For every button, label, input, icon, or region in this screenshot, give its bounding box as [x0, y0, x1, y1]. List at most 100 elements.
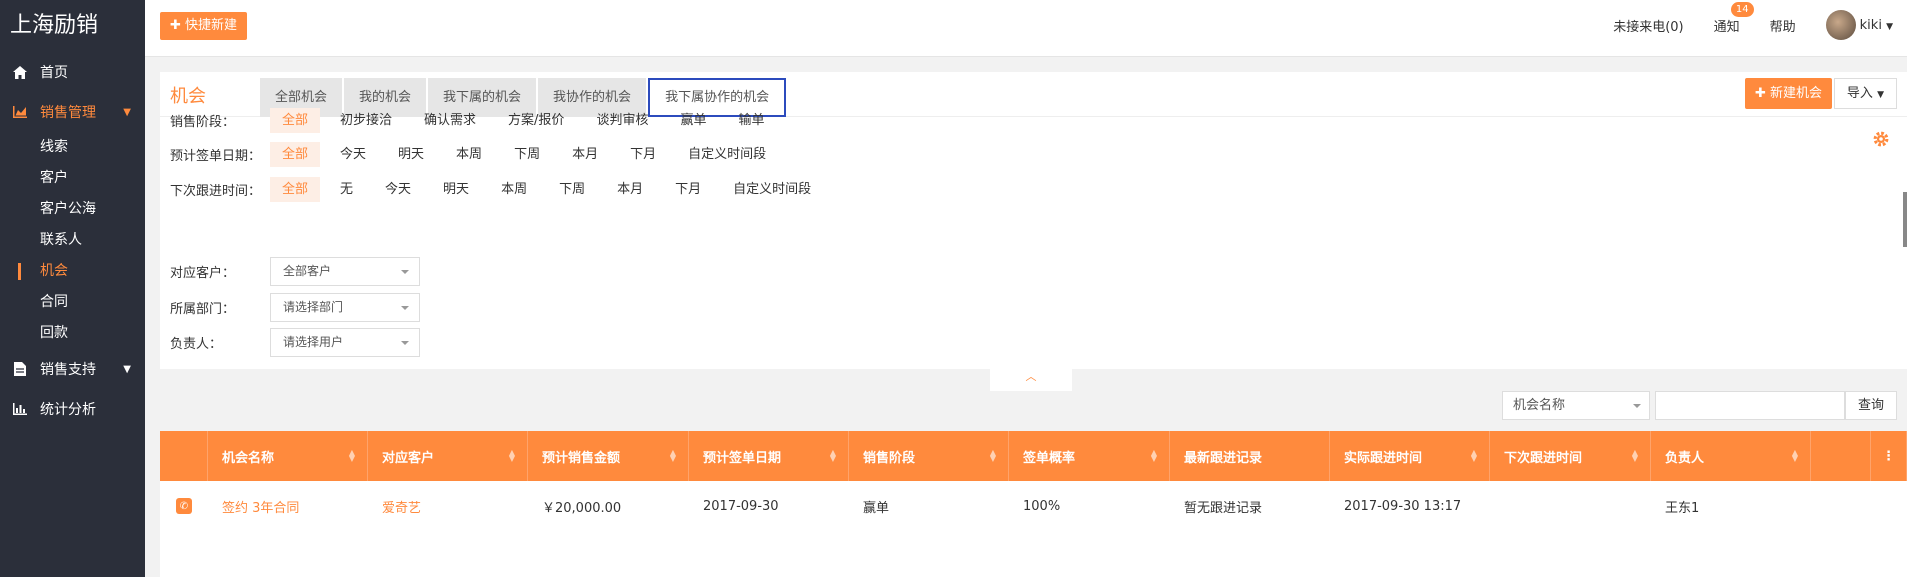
filter-option[interactable]: 下月 [663, 177, 713, 202]
filter-option[interactable]: 今天 [373, 177, 423, 202]
sidebar-subitem-payments[interactable]: 回款 [0, 318, 145, 349]
filter-option[interactable]: 本周 [489, 177, 539, 202]
sort-icon: ▲ ▼ [669, 448, 676, 463]
filter-option[interactable]: 全部 [270, 142, 321, 167]
sidebar-subitem-contracts[interactable]: 合同 [0, 287, 145, 318]
filter-option[interactable]: 全部 [270, 108, 321, 133]
top-header: ✚ 快捷新建 未接来电(0) 通知 14 帮助 kiki ▼ [145, 0, 1907, 57]
sidebar-item-home[interactable]: 首页 [0, 52, 145, 92]
new-opportunity-button[interactable]: ✚ 新建机会 [1744, 78, 1832, 109]
filter-option[interactable]: 今天 [328, 142, 378, 167]
column-header[interactable]: 实际跟进时间 ▲ ▼ [1330, 431, 1490, 481]
column-header-label: 签单概率 [1023, 450, 1076, 466]
cell-opportunity-name: 签约 3年合同 [208, 481, 368, 531]
page-scrollbar[interactable] [1903, 192, 1907, 247]
filter-option[interactable]: 下周 [547, 177, 597, 202]
table-header: 机会名称 ▲ ▼ 对应客户 ▲ ▼ 预计销售金额 ▲ ▼ 预计签单日期 ▲ ▼ 销售阶段 ▲ ▼ 签… [160, 431, 1907, 481]
sort-icon: ▲ ▼ [1470, 448, 1477, 463]
column-options-icon[interactable]: ⋮ [1871, 431, 1907, 481]
avatar[interactable] [1825, 10, 1856, 40]
chevron-up-icon: ︿ [1025, 370, 1037, 383]
filter-option[interactable]: 本周 [444, 142, 494, 167]
home-icon [12, 64, 28, 80]
search-field-select[interactable]: 机会名称 [1502, 391, 1650, 420]
new-opportunity-label: 新建机会 [1769, 86, 1822, 101]
sidebar-item-sales-management[interactable]: 销售管理 ▼ [0, 92, 145, 132]
filter-option[interactable]: 赢单 [668, 108, 718, 133]
page-title: 机会 [170, 86, 206, 107]
sidebar-subitem-opportunities[interactable]: 机会 [0, 256, 145, 287]
search-button[interactable]: 查询 [1845, 391, 1897, 420]
column-header[interactable]: 销售阶段 ▲ ▼ [849, 431, 1009, 481]
filter-row-sign-date: 预计签单日期： 全部 今天 明天 本周 下周 本月 下月 自定义时间段 [170, 142, 786, 167]
opportunity-link[interactable]: 签约 3年合同 [222, 497, 299, 516]
sidebar-subitem-leads[interactable]: 线索 [0, 132, 145, 163]
column-header[interactable]: 负责人 ▲ ▼ [1651, 431, 1811, 481]
filter-option[interactable]: 谈判审核 [584, 108, 660, 133]
column-header[interactable]: 预计签单日期 ▲ ▼ [689, 431, 849, 481]
filter-option[interactable]: 明天 [386, 142, 436, 167]
filter-row-customer: 对应客户： 全部客户 [170, 257, 420, 286]
import-button[interactable]: 导入 ▼ [1833, 78, 1897, 109]
filter-label-owner: 负责人： [170, 337, 223, 352]
quick-new-button[interactable]: ✚ 快捷新建 [160, 12, 248, 40]
caret-down-icon: ▼ [1886, 21, 1893, 32]
cell-customer: 爱奇艺 [368, 481, 528, 531]
column-header[interactable]: 最新跟进记录 [1170, 431, 1330, 481]
filter-option[interactable]: 方案/报价 [496, 108, 576, 133]
sidebar-subitem-customer-pool[interactable]: 客户公海 [0, 194, 145, 225]
table-row[interactable]: ✆ 签约 3年合同 爱奇艺 ￥20,000.00 2017-09-30 赢单 1… [160, 481, 1907, 531]
notification-link[interactable]: 通知 14 [1714, 1, 1754, 35]
cell-sign-date: 2017-09-30 [703, 498, 779, 514]
filter-option[interactable]: 全部 [270, 177, 321, 202]
sort-icon: ▲ ▼ [1791, 448, 1798, 463]
sidebar-item-statistics[interactable]: 统计分析 [0, 389, 145, 429]
quick-new-label: 快捷新建 [185, 18, 238, 33]
owner-select[interactable]: 请选择用户 [270, 328, 420, 357]
missed-calls-link[interactable]: 未接来电(0) [1613, 16, 1683, 35]
sort-icon: ▲ ▼ [829, 448, 836, 463]
cell-next-follow-time [1490, 481, 1651, 531]
filter-option[interactable]: 输单 [726, 108, 776, 133]
phone-icon[interactable]: ✆ [176, 498, 192, 514]
cell-latest-record: 暂无跟进记录 [1184, 500, 1263, 516]
help-link[interactable]: 帮助 [1770, 16, 1796, 35]
filter-option[interactable]: 下月 [618, 142, 668, 167]
table-header-spacer [1811, 431, 1871, 481]
filter-option[interactable]: 自定义时间段 [721, 177, 823, 202]
cell-probability: 100% [1023, 498, 1061, 514]
column-header[interactable]: 机会名称 ▲ ▼ [208, 431, 368, 481]
column-header[interactable]: 预计销售金额 ▲ ▼ [528, 431, 689, 481]
customer-link[interactable]: 爱奇艺 [382, 497, 421, 516]
filter-option[interactable]: 确认需求 [412, 108, 488, 133]
sidebar-item-label: 销售管理 [40, 105, 96, 121]
column-header-label: 机会名称 [222, 450, 275, 466]
sidebar-subitem-contacts[interactable]: 联系人 [0, 225, 145, 256]
filter-label-stage: 销售阶段： [170, 115, 236, 130]
column-header[interactable]: 对应客户 ▲ ▼ [368, 431, 528, 481]
sidebar-subitem-customers[interactable]: 客户 [0, 163, 145, 194]
filter-row-stage: 销售阶段： 全部 初步接洽 确认需求 方案/报价 谈判审核 赢单 输单 [170, 108, 784, 133]
user-menu[interactable]: kiki ▼ [1860, 18, 1893, 33]
column-header[interactable]: 下次跟进时间 ▲ ▼ [1490, 431, 1651, 481]
column-header[interactable]: 签单概率 ▲ ▼ [1009, 431, 1170, 481]
column-header-label: 负责人 [1665, 450, 1705, 466]
filter-option[interactable]: 本月 [560, 142, 610, 167]
search-input[interactable] [1655, 391, 1845, 420]
call-cell: ✆ [160, 481, 208, 531]
filter-option[interactable]: 初步接洽 [328, 108, 404, 133]
sort-icon: ▲ ▼ [348, 448, 355, 463]
filter-option[interactable]: 无 [328, 177, 365, 202]
table-header-icon-col [160, 431, 208, 481]
filter-option[interactable]: 本月 [605, 177, 655, 202]
gear-icon[interactable] [1872, 130, 1890, 148]
sidebar-item-sales-support[interactable]: 销售支持 ▼ [0, 349, 145, 389]
filter-option[interactable]: 自定义时间段 [676, 142, 778, 167]
sort-icon: ▲ ▼ [989, 448, 996, 463]
filter-option[interactable]: 下周 [502, 142, 552, 167]
department-select[interactable]: 请选择部门 [270, 293, 420, 322]
collapse-filters-toggle[interactable]: ︿ [990, 369, 1072, 391]
sort-icon: ▲ ▼ [508, 448, 515, 463]
customer-select[interactable]: 全部客户 [270, 257, 420, 286]
filter-option[interactable]: 明天 [431, 177, 481, 202]
